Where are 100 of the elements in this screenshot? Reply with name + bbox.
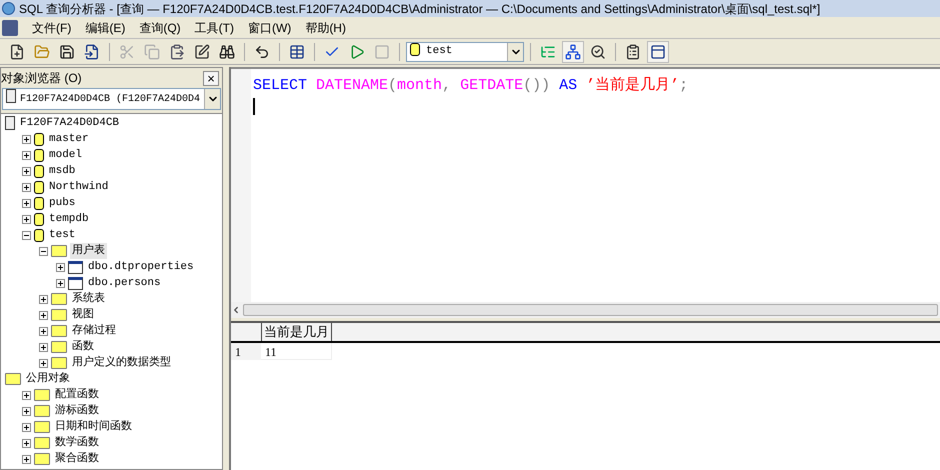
table-icon	[68, 276, 83, 290]
folder-icon	[51, 293, 67, 305]
panel-title: 对象浏览器 (O)	[1, 70, 82, 87]
folder-icon	[5, 373, 21, 385]
expand-toggle[interactable]	[39, 358, 48, 368]
table-icon	[289, 44, 305, 60]
tree-item[interactable]: 用户表	[70, 242, 107, 260]
expand-toggle[interactable]	[22, 406, 31, 416]
folder-icon	[34, 453, 50, 465]
tree-icon	[540, 44, 556, 60]
expand-toggle[interactable]	[22, 198, 31, 208]
tree-item[interactable]: 配置函数	[53, 386, 101, 404]
expand-toggle[interactable]	[22, 438, 31, 448]
folder-icon	[51, 309, 67, 321]
undo-icon	[254, 44, 270, 60]
tree-item[interactable]: model	[47, 146, 84, 164]
tree-item[interactable]: msdb	[47, 162, 78, 180]
expand-toggle[interactable]	[39, 326, 48, 336]
expand-toggle[interactable]	[22, 214, 31, 224]
folder-icon	[34, 405, 50, 417]
tree-item[interactable]: dbo.dtproperties	[86, 258, 196, 276]
database-icon	[34, 228, 44, 242]
expand-toggle[interactable]	[39, 310, 48, 320]
tree-item[interactable]: master	[47, 130, 91, 148]
menu-item[interactable]: 工具(T)	[194, 18, 234, 36]
network-icon	[565, 44, 581, 60]
expand-toggle[interactable]	[22, 454, 31, 464]
tree-item[interactable]: 数学函数	[53, 434, 101, 452]
stop-icon	[374, 44, 390, 60]
folder-icon	[34, 421, 50, 433]
expand-toggle[interactable]	[22, 134, 31, 144]
collapse-toggle[interactable]	[39, 246, 48, 256]
expand-toggle[interactable]	[22, 150, 31, 160]
play-icon	[349, 44, 365, 60]
column-header: 当前是几月	[261, 323, 332, 341]
expand-toggle[interactable]	[56, 278, 65, 288]
menu-item[interactable]: 查询(Q)	[139, 18, 181, 36]
expand-toggle[interactable]	[22, 390, 31, 400]
folder-icon	[51, 325, 67, 337]
expand-toggle[interactable]	[56, 262, 65, 272]
tree-item[interactable]: 系统表	[70, 290, 107, 308]
expand-toggle[interactable]	[22, 166, 31, 176]
table-icon	[68, 260, 83, 274]
collapse-toggle[interactable]	[22, 230, 31, 240]
horizontal-scrollbar[interactable]	[231, 302, 940, 318]
tree-item[interactable]: tempdb	[47, 210, 91, 228]
menu-item[interactable]: 编辑(E)	[85, 18, 126, 36]
cut-icon	[119, 44, 135, 60]
window-title: SQL 查询分析器 - [查询 — F120F7A24D0D4CB.test.F120F7A24D0D4CB\Administrator — C:\Documents and Settings\Administrator\桌面\sql_test.sql*]	[19, 0, 820, 18]
tree-item[interactable]: 视图	[70, 306, 96, 324]
tree-item[interactable]: test	[47, 226, 78, 244]
tree-item[interactable]: F120F7A24D0D4CB	[18, 114, 122, 132]
folder-icon	[51, 341, 67, 353]
window-button[interactable]	[647, 40, 669, 62]
new-file-icon	[9, 44, 25, 60]
open-folder-icon	[34, 44, 50, 60]
tree-item[interactable]: 游标函数	[53, 402, 101, 420]
edit-icon	[194, 44, 210, 60]
expand-toggle[interactable]	[22, 182, 31, 192]
tree-item[interactable]: 存储过程	[70, 322, 118, 340]
expand-toggle[interactable]	[39, 294, 48, 304]
close-button[interactable]: ×	[203, 70, 219, 86]
database-icon	[34, 180, 44, 194]
search-icon	[219, 44, 235, 60]
tree-item[interactable]: dbo.persons	[86, 274, 163, 292]
menu-item[interactable]: 帮助(H)	[305, 18, 346, 36]
folder-icon	[34, 389, 50, 401]
app-icon	[2, 2, 15, 15]
scroll-left-icon	[231, 305, 241, 315]
window-icon	[650, 44, 666, 60]
expand-toggle[interactable]	[22, 422, 31, 432]
insert-file-icon	[84, 44, 100, 60]
database-icon	[34, 132, 44, 146]
menu-item[interactable]: 窗口(W)	[248, 18, 292, 36]
database-icon	[34, 164, 44, 178]
tree-item[interactable]: 聚合函数	[53, 450, 101, 468]
menu-icon[interactable]	[2, 20, 18, 36]
network-button[interactable]	[562, 40, 584, 62]
code-line: SELECT DATENAME(month, GETDATE()) AS ’当前是几月’;	[253, 76, 690, 96]
menu-item[interactable]: 文件(F)	[32, 18, 72, 36]
tree-item[interactable]: Northwind	[47, 178, 110, 196]
tree-item[interactable]: 日期和时间函数	[53, 418, 134, 436]
server-icon	[5, 116, 15, 130]
database-icon	[34, 196, 44, 210]
search-icon	[590, 44, 606, 60]
database-icon	[34, 148, 44, 162]
paste-icon	[169, 44, 185, 60]
folder-icon	[34, 437, 50, 449]
tree-item[interactable]: 公用对象	[24, 370, 72, 388]
tree-item[interactable]: 用户定义的数据类型	[70, 354, 173, 372]
row-number: 1	[231, 343, 261, 360]
database-select[interactable]: test	[406, 42, 524, 62]
server-select[interactable]: F120F7A24D0D4CB (F120F7A24D0D4	[2, 88, 221, 110]
folder-icon	[51, 357, 67, 369]
expand-toggle[interactable]	[39, 342, 48, 352]
copy-icon	[144, 44, 160, 60]
table-cell: 11	[261, 343, 332, 360]
tree-item[interactable]: 函数	[70, 338, 96, 356]
tree-item[interactable]: pubs	[47, 194, 78, 212]
text-cursor	[253, 98, 255, 114]
